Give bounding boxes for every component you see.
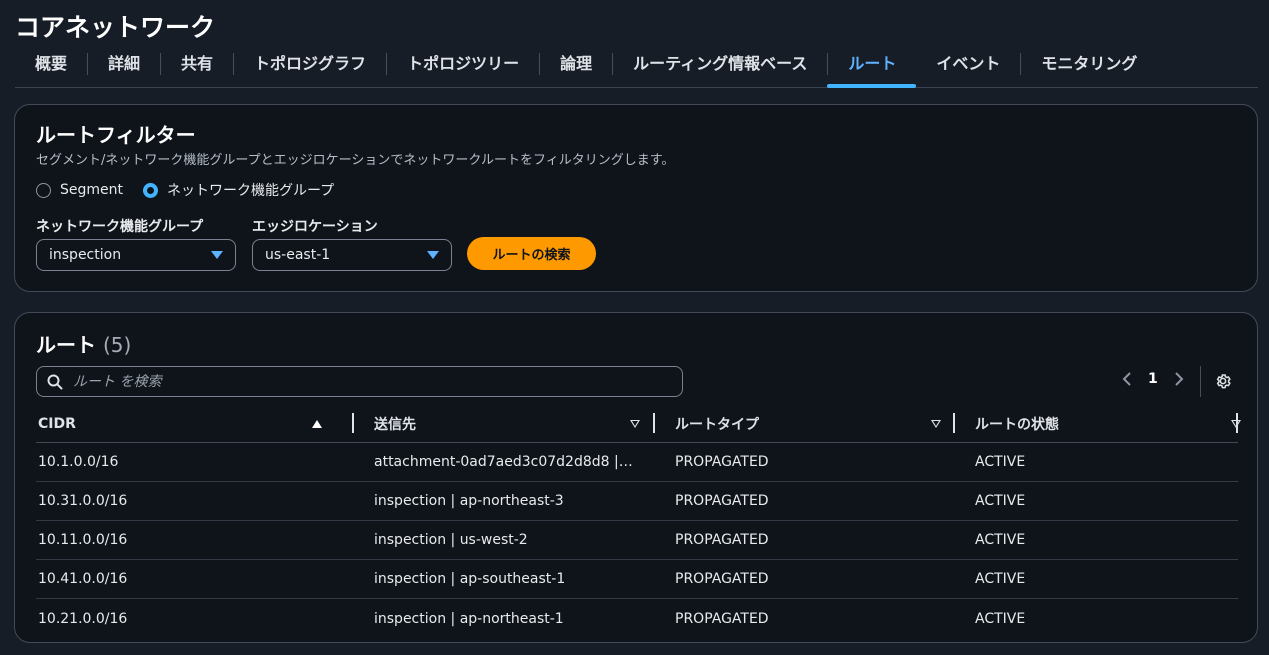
routes-search-input[interactable] [73, 373, 653, 390]
cell-destination: inspection | ap-northeast-1 [374, 610, 564, 627]
chevron-left-icon[interactable] [1120, 371, 1134, 387]
cell-route-type: PROPAGATED [675, 454, 769, 470]
table-row: 10.41.0.0/16 inspection | ap-southeast-1… [36, 560, 1238, 599]
cell-route-state: ACTIVE [975, 610, 1026, 627]
routes-panel: ルート (5) 1 CIDR [14, 312, 1258, 643]
table-row: 10.31.0.0/16 inspection | ap-northeast-3… [36, 482, 1238, 521]
filter-mode-radio-group: Segment ネットワーク機能グループ [36, 180, 354, 200]
route-filter-description: セグメント/ネットワーク機能グループとエッジロケーションでネットワークルートをフ… [36, 153, 675, 168]
route-filter-panel: ルートフィルター セグメント/ネットワーク機能グループとエッジロケーションでネッ… [14, 104, 1258, 292]
routes-table: CIDR 送信先 ルートタイプ ルートの状態 10.1.0.0/16 attac… [36, 405, 1241, 638]
table-row: 10.11.0.0/16 inspection | us-west-2 PROP… [36, 521, 1238, 560]
search-routes-button[interactable]: ルートの検索 [467, 237, 596, 270]
cell-destination: inspection | ap-northeast-3 [374, 493, 564, 509]
routes-title: ルート (5) [36, 329, 131, 358]
routes-search-box[interactable] [36, 366, 683, 397]
cell-cidr: 10.41.0.0/16 [38, 571, 128, 587]
column-header-cidr[interactable]: CIDR [36, 405, 354, 443]
edge-location-field-label: エッジロケーション [252, 219, 378, 235]
routes-title-text: ルート [36, 333, 96, 357]
tab-sharing[interactable]: 共有 [160, 48, 233, 87]
cell-cidr: 10.21.0.0/16 [38, 610, 128, 627]
sort-ascending-icon[interactable] [312, 419, 322, 428]
radio-network-function-group[interactable]: ネットワーク機能グループ [143, 180, 334, 200]
tab-bar: 概要 詳細 共有 トポロジグラフ トポロジツリー 論理 ルーティング情報ベース … [15, 48, 1258, 88]
radio-segment-indicator[interactable] [36, 182, 51, 198]
tab-routes[interactable]: ルート [827, 48, 917, 88]
column-header-destination-label: 送信先 [374, 416, 416, 433]
cell-route-state: ACTIVE [975, 571, 1026, 587]
column-header-route-state-label: ルートの状態 [975, 416, 1059, 433]
route-filter-title: ルートフィルター [36, 123, 196, 147]
current-page-number[interactable]: 1 [1148, 371, 1158, 387]
tab-overview[interactable]: 概要 [15, 48, 87, 87]
page-title: コアネットワーク [15, 13, 216, 42]
nfg-field-label: ネットワーク機能グループ [36, 219, 204, 235]
cell-route-state: ACTIVE [975, 454, 1026, 470]
cell-destination: inspection | us-west-2 [374, 532, 528, 548]
sort-icon[interactable] [931, 419, 941, 428]
caret-down-icon [211, 251, 223, 259]
cell-route-type: PROPAGATED [675, 532, 769, 548]
chevron-right-icon[interactable] [1172, 371, 1186, 387]
column-header-route-state[interactable]: ルートの状態 [955, 405, 1241, 443]
edge-location-select[interactable]: us-east-1 [252, 239, 452, 271]
active-tab-indicator [827, 84, 917, 88]
radio-segment-label: Segment [60, 182, 123, 198]
pagination-divider [1200, 366, 1201, 397]
table-row: 10.1.0.0/16 attachment-0ad7aed3c07d2d8d8… [36, 443, 1238, 482]
radio-nfg-indicator[interactable] [143, 182, 158, 198]
radio-segment[interactable]: Segment [36, 182, 123, 198]
tab-rib[interactable]: ルーティング情報ベース [612, 48, 827, 87]
tab-logical[interactable]: 論理 [539, 48, 612, 87]
cell-route-state: ACTIVE [975, 532, 1026, 548]
caret-down-icon [427, 251, 439, 259]
cell-route-type: PROPAGATED [675, 571, 769, 587]
page: コアネットワーク 概要 詳細 共有 トポロジグラフ トポロジツリー 論理 ルーテ… [0, 0, 1269, 655]
search-icon [47, 374, 63, 389]
cell-destination: attachment-0ad7aed3c07d2d8d8 | vpc-0 [374, 454, 655, 470]
column-header-destination[interactable]: 送信先 [354, 405, 655, 443]
gear-icon[interactable] [1214, 372, 1232, 390]
cell-route-state: ACTIVE [975, 493, 1026, 509]
tab-topology-graph[interactable]: トポロジグラフ [233, 48, 386, 87]
table-row: 10.21.0.0/16 inspection | ap-northeast-1… [36, 599, 1238, 638]
column-resizer[interactable] [1236, 412, 1238, 433]
column-header-route-type[interactable]: ルートタイプ [655, 405, 955, 443]
sort-icon[interactable] [630, 419, 640, 428]
tab-details[interactable]: 詳細 [87, 48, 160, 87]
cell-cidr: 10.11.0.0/16 [38, 532, 128, 548]
cell-cidr: 10.1.0.0/16 [38, 454, 119, 470]
edge-location-select-value: us-east-1 [265, 247, 331, 263]
tab-topology-tree[interactable]: トポロジツリー [386, 48, 539, 87]
column-header-cidr-label: CIDR [38, 415, 76, 432]
tab-events[interactable]: イベント [916, 48, 1020, 87]
nfg-select-value: inspection [49, 247, 122, 263]
radio-nfg-label: ネットワーク機能グループ [167, 183, 335, 199]
tab-monitoring[interactable]: モニタリング [1020, 48, 1157, 87]
routes-count: (5) [102, 333, 132, 357]
cell-route-type: PROPAGATED [675, 610, 769, 627]
cell-cidr: 10.31.0.0/16 [38, 493, 128, 509]
cell-route-type: PROPAGATED [675, 493, 769, 509]
table-header: CIDR 送信先 ルートタイプ ルートの状態 [36, 405, 1241, 443]
cell-destination: inspection | ap-southeast-1 [374, 571, 566, 587]
column-header-route-type-label: ルートタイプ [675, 416, 759, 433]
pagination: 1 [1120, 371, 1186, 387]
nfg-select[interactable]: inspection [36, 239, 236, 271]
